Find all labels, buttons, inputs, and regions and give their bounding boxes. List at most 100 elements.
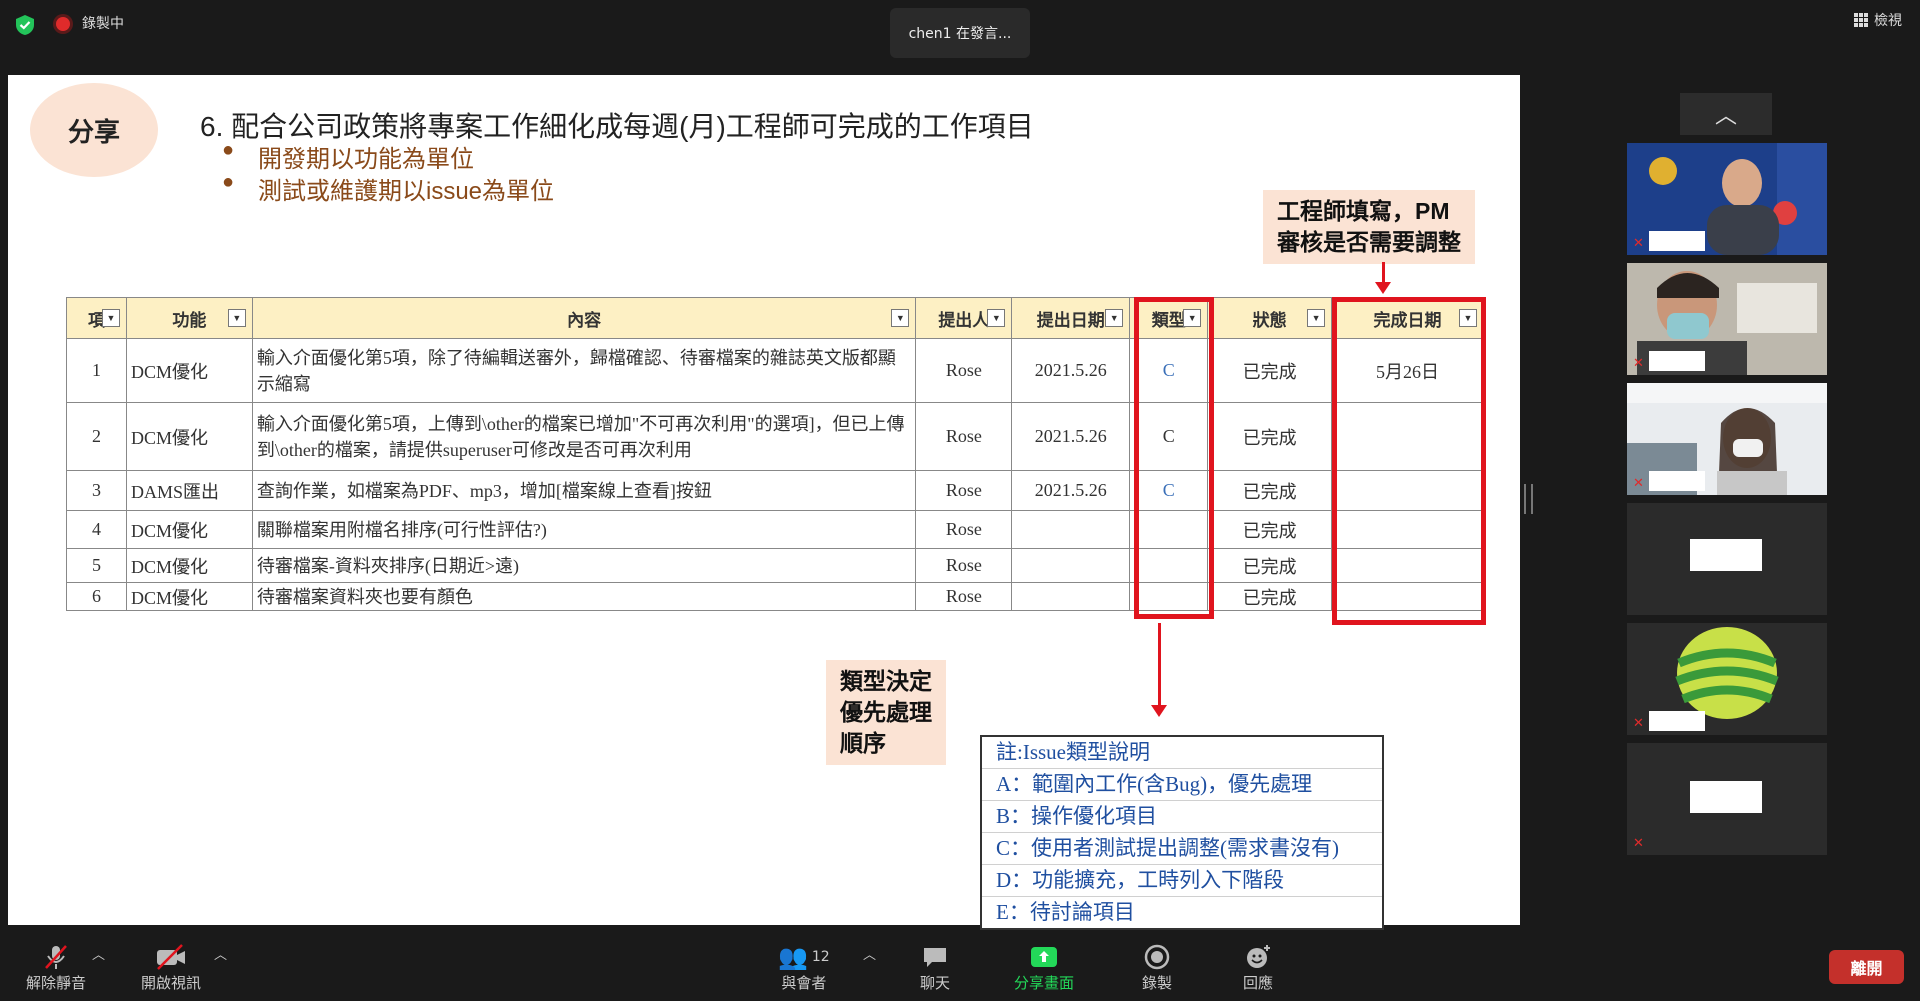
- reactions-button[interactable]: 回應: [1243, 942, 1273, 993]
- unmute-label: 解除靜音: [26, 974, 87, 992]
- muted-mic-icon: ✕: [1633, 236, 1644, 251]
- cell-content: 輸入介面優化第5項，除了待編輯送審外，歸檔確認、待審檔案的雜誌英文版都顯示縮寫: [251, 338, 917, 403]
- issue-table: 項 ▼ 功能 ▼ 內容 ▼ 提出人 ▼ 提出日期 ▼ 類型 ▼ 狀態 ▼ 完成日期 ▼ 1 DC…: [66, 297, 1484, 611]
- chat-button[interactable]: 聊天: [920, 942, 950, 993]
- column-header-date[interactable]: 提出日期 ▼: [1011, 297, 1131, 339]
- cell-date: [1011, 582, 1131, 611]
- cell-feature: DCM優化: [125, 582, 253, 611]
- muted-mic-icon: ✕: [1633, 716, 1644, 731]
- table-row: 4 DCM優化 關聯檔案用附檔名排序(可行性評估?) Rose 已完成: [66, 510, 1484, 549]
- cell-by: Rose: [915, 510, 1013, 549]
- cell-by: Rose: [915, 402, 1013, 471]
- cell-status: 已完成: [1207, 510, 1333, 549]
- callout-engineer-pm: 工程師填寫，PM 審核是否需要調整: [1263, 190, 1475, 264]
- table-row: 2 DCM優化 輸入介面優化第5項，上傳到\other的檔案已增加"不可再次利用…: [66, 402, 1484, 471]
- callout-line: 審核是否需要調整: [1277, 229, 1461, 255]
- cell-content: 輸入介面優化第5項，上傳到\other的檔案已增加"不可再次利用"的選項]，但已…: [251, 402, 917, 471]
- start-video-label: 開啟視訊: [141, 974, 202, 992]
- cell-status: 已完成: [1207, 582, 1333, 611]
- filter-dropdown-icon: ▼: [987, 309, 1006, 327]
- video-options-caret[interactable]: ︿: [214, 944, 227, 963]
- filter-dropdown-icon: ▼: [891, 309, 910, 327]
- record-label: 錄製: [1142, 974, 1173, 992]
- security-shield-icon[interactable]: [14, 14, 36, 36]
- video-tile[interactable]: ✕: [1627, 623, 1827, 735]
- active-speaker-label: chen1 在發言...: [890, 8, 1030, 58]
- start-video-button[interactable]: 開啟視訊: [141, 942, 201, 993]
- participants-icon: 👥 12: [778, 943, 830, 971]
- video-tile[interactable]: ✕: [1627, 383, 1827, 495]
- column-header-status[interactable]: 狀態 ▼: [1207, 297, 1333, 339]
- reaction-smiley-icon: [1247, 945, 1270, 968]
- filter-dropdown-icon: ▼: [1307, 309, 1326, 327]
- chat-label: 聊天: [920, 974, 951, 992]
- video-tile[interactable]: ✕: [1627, 743, 1827, 855]
- cell-feature: DCM優化: [125, 510, 253, 549]
- legend-item: E：待討論項目: [996, 900, 1135, 924]
- filter-dropdown-icon: ▼: [101, 309, 120, 327]
- panel-resize-handle[interactable]: [1524, 484, 1533, 514]
- muted-mic-icon: ✕: [1633, 356, 1644, 371]
- table-row: 1 DCM優化 輸入介面優化第5項，除了待編輯送審外，歸檔確認、待審檔案的雜誌英…: [66, 338, 1484, 403]
- column-header-by[interactable]: 提出人 ▼: [915, 297, 1013, 339]
- meeting-toolbar: [0, 930, 1920, 1001]
- video-tile[interactable]: ✕: [1627, 143, 1827, 255]
- bullet-item: 測試或維護期以issue為單位: [222, 171, 554, 206]
- cell-no: 1: [66, 338, 127, 403]
- column-header-no[interactable]: 項 ▼: [66, 297, 127, 339]
- video-tile[interactable]: ✕: [1627, 263, 1827, 375]
- cell-date: [1011, 510, 1131, 549]
- participants-button[interactable]: 👥 12 與會者: [778, 942, 830, 993]
- cell-by: Rose: [915, 470, 1013, 511]
- audio-options-caret[interactable]: ︿: [92, 944, 105, 963]
- legend-item: B：操作優化項目: [982, 801, 1382, 833]
- callout-line: 順序: [840, 730, 886, 756]
- arrow-line: [1158, 623, 1161, 707]
- filter-dropdown-icon: ▼: [227, 309, 246, 327]
- cell-feature: DAMS匯出: [125, 470, 253, 511]
- cell-date: 2021.5.26: [1011, 470, 1131, 511]
- record-button[interactable]: 錄製: [1142, 942, 1172, 993]
- share-screen-label: 分享畫面: [1014, 974, 1075, 992]
- cell-date: [1011, 548, 1131, 583]
- participants-options-caret[interactable]: ︿: [863, 944, 876, 963]
- cell-content: 待審檔案資料夾也要有顏色: [251, 582, 917, 611]
- muted-mic-icon: ✕: [1633, 836, 1644, 851]
- video-tile[interactable]: [1627, 503, 1827, 615]
- cell-content: 查詢作業，如檔案為PDF、mp3，增加[檔案線上查看]按鈕: [251, 470, 917, 511]
- cell-status: 已完成: [1207, 470, 1333, 511]
- legend-title: 註:Issue類型說明: [982, 737, 1382, 769]
- legend-item: A：範圍內工作(含Bug)，優先處理: [982, 769, 1382, 801]
- cell-no: 2: [66, 402, 127, 471]
- cell-no: 3: [66, 470, 127, 511]
- muted-mic-icon: ✕: [1633, 476, 1644, 491]
- bullet-item: 開發期以功能為單位: [222, 139, 474, 174]
- table-header-row: 項 ▼ 功能 ▼ 內容 ▼ 提出人 ▼ 提出日期 ▼ 類型 ▼ 狀態 ▼ 完成日期 ▼: [66, 297, 1484, 339]
- participant-name: [1649, 351, 1705, 371]
- done-date-column-highlight: [1332, 297, 1486, 625]
- cell-no: 6: [66, 582, 127, 611]
- scroll-up-button[interactable]: ︿: [1680, 93, 1772, 135]
- mic-muted-icon: [45, 945, 67, 969]
- type-column-highlight: [1134, 297, 1214, 619]
- view-button[interactable]: 檢視: [1854, 10, 1902, 30]
- cell-by: Rose: [915, 338, 1013, 403]
- cell-by: Rose: [915, 548, 1013, 583]
- legend-item: C：使用者測試提出調整(需求書沒有): [982, 833, 1382, 865]
- callout-line: 優先處理: [840, 699, 932, 725]
- column-header-feature[interactable]: 功能 ▼: [125, 297, 253, 339]
- participant-name: [1649, 711, 1705, 731]
- column-header-content[interactable]: 內容 ▼: [251, 297, 917, 339]
- callout-type-priority: 類型決定 優先處理 順序: [826, 660, 946, 765]
- cell-status: 已完成: [1207, 402, 1333, 471]
- cell-feature: DCM優化: [125, 402, 253, 471]
- callout-line: 工程師填寫，PM: [1277, 198, 1450, 224]
- unmute-button[interactable]: 解除靜音: [26, 942, 86, 993]
- leave-meeting-button[interactable]: 離開: [1829, 950, 1904, 984]
- arrow-head-icon: [1375, 282, 1391, 294]
- chevron-up-icon: ︿: [1714, 104, 1737, 129]
- filter-dropdown-icon: ▼: [1105, 309, 1124, 327]
- share-screen-button[interactable]: 分享畫面: [1014, 942, 1074, 993]
- cell-feature: DCM優化: [125, 548, 253, 583]
- chat-icon: [924, 948, 946, 967]
